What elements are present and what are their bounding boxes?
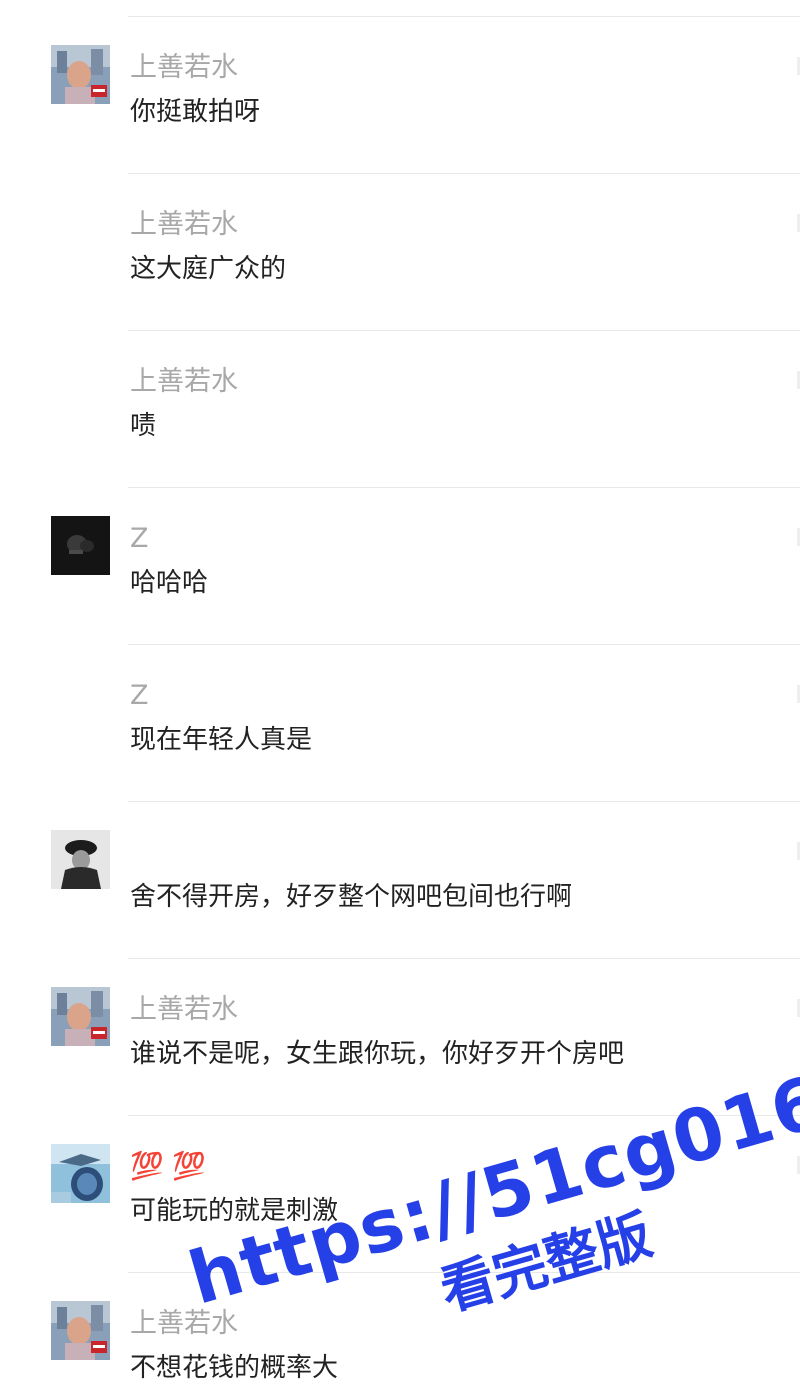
comment-text: 这大庭广众的	[130, 254, 287, 284]
comment-item[interactable]: 上善若水 这大庭广众的	[0, 174, 800, 331]
comment-text: 不想花钱的概率大	[130, 1353, 339, 1383]
comment-item[interactable]: 上善若水 你挺敢拍呀	[0, 17, 800, 174]
comment-text: 啧	[130, 411, 157, 441]
avatar[interactable]	[51, 516, 110, 575]
sender-name: Z	[130, 523, 149, 554]
hundred-points-icon: 💯 💯	[130, 1151, 206, 1182]
sender-name: 上善若水	[130, 366, 238, 397]
user-avatar-icon	[51, 1301, 110, 1360]
comment-item[interactable]: Z 哈哈哈	[0, 488, 800, 645]
sender-name: 上善若水	[130, 209, 238, 240]
comment-item[interactable]: Z 现在年轻人真是	[0, 645, 800, 802]
comment-item[interactable]: 上善若水 不想花钱的概率大	[0, 1273, 800, 1400]
user-avatar-icon	[51, 1144, 110, 1203]
sender-name: 上善若水	[130, 994, 238, 1025]
comment-text: 现在年轻人真是	[130, 725, 313, 755]
avatar[interactable]	[51, 830, 110, 889]
user-avatar-icon	[51, 987, 110, 1046]
sender-name: 上善若水	[130, 1308, 238, 1339]
comment-item[interactable]: 舍不得开房，好歹整个网吧包间也行啊	[0, 802, 800, 959]
comment-item[interactable]: 💯 💯 可能玩的就是刺激	[0, 1116, 800, 1273]
sender-name: 上善若水	[130, 52, 238, 83]
user-avatar-icon	[51, 45, 110, 104]
sender-name: Z	[130, 680, 149, 711]
user-avatar-icon	[51, 830, 110, 889]
comment-item[interactable]: 上善若水 谁说不是呢，女生跟你玩，你好歹开个房吧	[0, 959, 800, 1116]
avatar[interactable]	[51, 1301, 110, 1360]
comment-text: 可能玩的就是刺激	[130, 1196, 339, 1226]
comment-text: 谁说不是呢，女生跟你玩，你好歹开个房吧	[130, 1039, 625, 1069]
comment-text: 你挺敢拍呀	[130, 97, 261, 127]
comment-text: 舍不得开房，好歹整个网吧包间也行啊	[130, 882, 573, 912]
comment-thread: 上善若水 你挺敢拍呀 上善若水 这大庭广众的 上善若水 啧 Z 哈哈哈 Z 现在…	[0, 0, 800, 1400]
avatar[interactable]	[51, 987, 110, 1046]
comment-text: 哈哈哈	[130, 568, 209, 598]
avatar[interactable]	[51, 45, 110, 104]
avatar[interactable]	[51, 1144, 110, 1203]
comment-item[interactable]: 上善若水 啧	[0, 331, 800, 488]
sender-name: 💯 💯	[130, 1150, 206, 1184]
user-avatar-icon	[51, 516, 110, 575]
